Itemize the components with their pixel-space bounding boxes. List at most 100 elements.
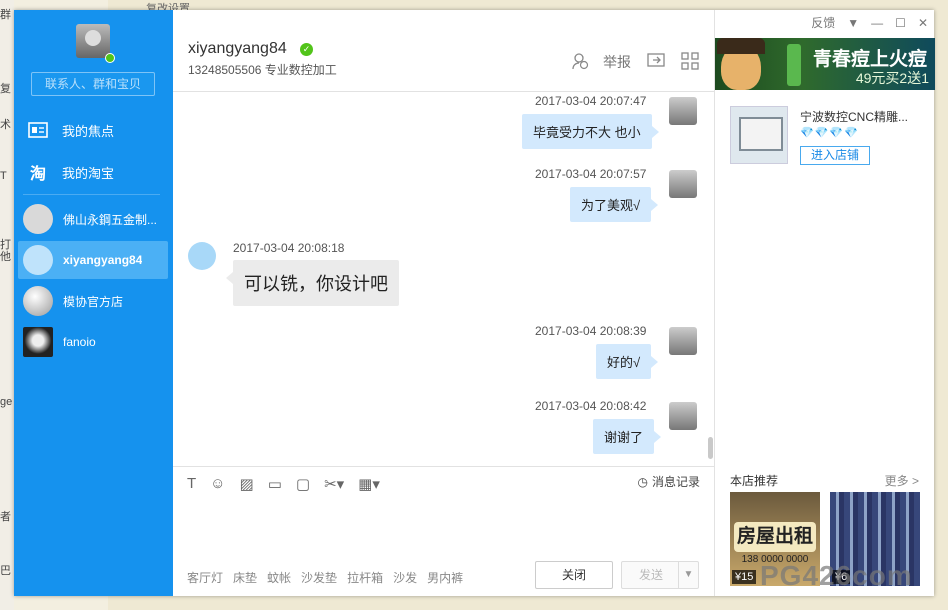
contact-avatar [188,242,216,270]
hot-tag[interactable]: 拉杆箱 [347,569,383,586]
contact-name: 模协官方店 [63,294,124,309]
background-text-fragment: T [0,170,7,182]
shop-logo[interactable] [730,106,788,164]
contact-avatar [23,204,53,234]
shop-rating-diamonds: 💎💎💎💎 [800,127,859,139]
nav-label: 我的焦点 [62,123,115,139]
add-friend-button[interactable] [571,52,589,70]
message-timestamp: 2017-03-04 20:07:47 [535,94,647,108]
background-text-fragment: 术 [0,119,11,131]
send-button[interactable]: 发送 ▼ [621,561,699,589]
history-label: 消息记录 [651,475,700,489]
minimize-icon[interactable]: — [871,16,883,30]
contact-name: 佛山永鋼五金制... [63,212,158,227]
calc-icon[interactable]: ▦▾ [358,475,380,493]
chat-window: 联系人、群和宝贝 我的焦点 淘 我的淘宝 佛山永鋼五金制... xiyangya… [14,10,935,596]
message-timestamp: 2017-03-04 20:08:39 [535,324,647,338]
sender-avatar [669,170,697,198]
chevron-down-icon[interactable]: ▼ [678,562,698,588]
maximize-icon[interactable]: ☐ [895,16,906,30]
message-bubble: 为了美观√ [570,187,659,222]
my-avatar[interactable] [76,24,110,58]
contact-item-active[interactable]: xiyangyang84 [18,241,168,279]
message-bubble: 好的√ [596,344,659,379]
report-button[interactable]: 举报 [603,52,631,72]
add-friend-icon [572,53,589,70]
message-bubble: 可以铣，你设计吧 [226,260,399,306]
enter-shop-button[interactable]: 进入店铺 [800,146,870,165]
sender-avatar [669,97,697,125]
verified-icon: ✓ [300,43,313,56]
hot-tag[interactable]: 蚊帐 [267,569,291,586]
scrollbar[interactable] [708,437,713,459]
message-history-button[interactable]: ◷ 消息记录 [638,473,701,490]
taobao-icon: 淘 [29,166,46,183]
watermark: PG426com [760,560,913,591]
hot-tag[interactable]: 客厅灯 [187,569,223,586]
font-icon[interactable]: T [187,475,196,493]
background-text-fragment: 巴 [0,565,11,577]
hot-tag[interactable]: 沙发垫 [301,569,337,586]
ad-hat-image [717,38,765,54]
image-icon[interactable]: ▨ [240,475,254,493]
quick-reply-icon[interactable]: ▢ [296,475,310,493]
ad-title: 青春痘上火痘 [813,49,928,70]
emoji-icon[interactable]: ☺ [210,475,225,493]
close-icon[interactable]: ✕ [918,16,928,30]
online-status-icon [105,53,115,63]
contact-item[interactable]: fanoio [18,323,168,361]
recommend-title: 本店推荐 [730,474,779,488]
contact-item[interactable]: 佛山永鋼五金制... [18,200,168,238]
scissors-icon[interactable]: ✂▾ [324,475,344,493]
nav-label: 我的淘宝 [62,165,115,181]
share-button[interactable] [647,52,665,68]
message-input[interactable] [173,501,714,557]
background-text-fragment: 复 [0,83,11,95]
feedback-button[interactable]: 反馈 [811,14,835,31]
contact-item[interactable]: 模协官方店 [18,282,168,320]
focus-icon [28,120,48,140]
background-desktop: 群复术 T 打他 ge 者巴 [0,0,14,610]
shop-name[interactable]: 宁波数控CNC精雕... [800,108,908,125]
chat-subtitle: 13248505506 专业数控加工 [188,63,337,77]
message-list[interactable]: 2017-03-04 20:07:47 毕竟受力不大 也小 2017-03-04… [173,92,714,466]
contact-name: xiyangyang84 [63,253,143,267]
input-toolbar: T ☺ ▨ ▭ ▢ ✂▾ ▦▾ [187,475,380,493]
hot-tag[interactable]: 床垫 [233,569,257,586]
hot-tag[interactable]: 沙发 [393,569,417,586]
nav-my-taobao[interactable]: 淘 我的淘宝 [14,154,173,190]
input-area: T ☺ ▨ ▭ ▢ ✂▾ ▦▾ ◷ 消息记录 客厅灯 床垫 蚊帐 沙发垫 拉杆箱… [173,466,714,596]
grid-icon [681,52,699,70]
sender-avatar [669,327,697,355]
chat-title: xiyangyang84 [188,40,287,57]
background-text-fragment: 他 [0,251,11,263]
product-image-text: 房屋出租 [734,522,816,552]
contact-avatar [23,327,53,357]
contact-name: fanoio [63,335,96,349]
clock-icon: ◷ [637,474,648,489]
screen-icon[interactable]: ▭ [268,475,282,493]
divider [23,194,160,195]
dropdown-icon[interactable]: ▼ [847,16,859,30]
apps-button[interactable] [681,52,699,70]
contact-avatar [23,286,53,316]
ad-product-image [787,44,801,86]
sidebar: 联系人、群和宝贝 我的焦点 淘 我的淘宝 佛山永鋼五金制... xiyangya… [14,10,173,596]
hot-tag[interactable]: 男内裤 [427,569,463,586]
hot-tags: 客厅灯 床垫 蚊帐 沙发垫 拉杆箱 沙发 男内裤 [187,569,463,586]
message-bubble: 毕竟受力不大 也小 [522,114,659,149]
background-text-fragment: 群 [0,9,11,21]
close-button[interactable]: 关闭 [535,561,613,589]
sender-avatar [669,402,697,430]
message-timestamp: 2017-03-04 20:08:18 [233,241,345,255]
nav-my-focus[interactable]: 我的焦点 [14,112,173,148]
recommend-more-link[interactable]: 更多 > [885,472,919,489]
right-panel: 反馈 ▼ — ☐ ✕ 青春痘上火痘 49元买2送1 宁波数控CNC精雕... 💎… [714,10,935,596]
send-label: 发送 [638,568,663,582]
ad-banner[interactable]: 青春痘上火痘 49元买2送1 [715,38,935,90]
contact-search-input[interactable]: 联系人、群和宝贝 [31,72,155,96]
message-bubble: 谢谢了 [593,419,662,454]
ad-subtitle: 49元买2送1 [855,70,929,86]
contact-avatar [23,245,53,275]
product-price: ¥15 [732,570,757,584]
